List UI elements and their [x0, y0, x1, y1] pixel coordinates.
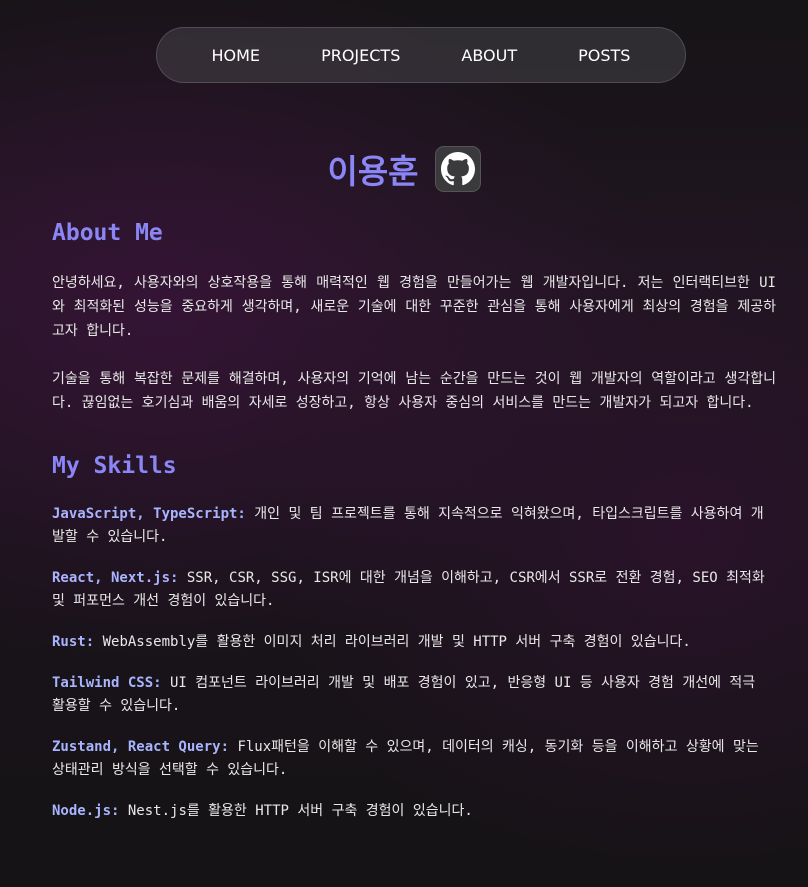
skill-description: WebAssembly를 활용한 이미지 처리 라이브러리 개발 및 HTTP … [94, 634, 691, 650]
skill-description: Nest.js를 활용한 HTTP 서버 구축 경험이 있습니다. [119, 803, 473, 819]
skill-name: Tailwind CSS: [52, 675, 162, 691]
skills-section: My Skills JavaScript, TypeScript: 개인 및 팀… [52, 453, 776, 823]
about-heading: About Me [52, 220, 163, 246]
skill-item: Zustand, React Query: Flux패턴을 이해할 수 있으며,… [52, 736, 776, 782]
skill-name: Zustand, React Query: [52, 739, 230, 755]
nav-posts-link[interactable]: POSTS [578, 46, 630, 65]
nav-projects-link[interactable]: PROJECTS [321, 46, 400, 65]
skill-name: React, Next.js: [52, 570, 179, 586]
skill-name: JavaScript, TypeScript: [52, 506, 246, 522]
about-paragraph-1: 안녕하세요, 사용자와의 상호작용을 통해 매력적인 웹 경험을 만들어가는 웹… [52, 275, 776, 339]
skills-heading: My Skills [52, 453, 177, 479]
about-section: About Me 안녕하세요, 사용자와의 상호작용을 통해 매력적인 웹 경험… [52, 220, 776, 415]
skill-item: JavaScript, TypeScript: 개인 및 팀 프로젝트를 통해 … [52, 503, 776, 549]
github-link[interactable] [434, 146, 481, 192]
github-icon [440, 152, 475, 186]
about-paragraph-2: 기술을 통해 복잡한 문제를 해결하며, 사용자의 기억에 남는 순간을 만드는… [52, 371, 776, 411]
nav-home-link[interactable]: HOME [212, 46, 261, 65]
skill-item: React, Next.js: SSR, CSR, SSG, ISR에 대한 개… [52, 567, 776, 613]
skill-item: Rust: WebAssembly를 활용한 이미지 처리 라이브러리 개발 및… [52, 631, 776, 654]
skill-name: Node.js: [52, 803, 120, 819]
skill-item: Tailwind CSS: UI 컴포넌트 라이브러리 개발 및 배포 경험이 … [52, 672, 776, 718]
main-content: About Me 안녕하세요, 사용자와의 상호작용을 통해 매력적인 웹 경험… [52, 220, 776, 823]
nav-about-link[interactable]: ABOUT [461, 46, 517, 65]
skill-name: Rust: [52, 634, 95, 650]
skill-item: Node.js: Nest.js를 활용한 HTTP 서버 구축 경험이 있습니… [52, 800, 776, 823]
page-title: 이용훈 [327, 152, 419, 191]
header: 이용훈 [0, 145, 808, 193]
top-nav: HOME PROJECTS ABOUT POSTS [156, 27, 686, 83]
